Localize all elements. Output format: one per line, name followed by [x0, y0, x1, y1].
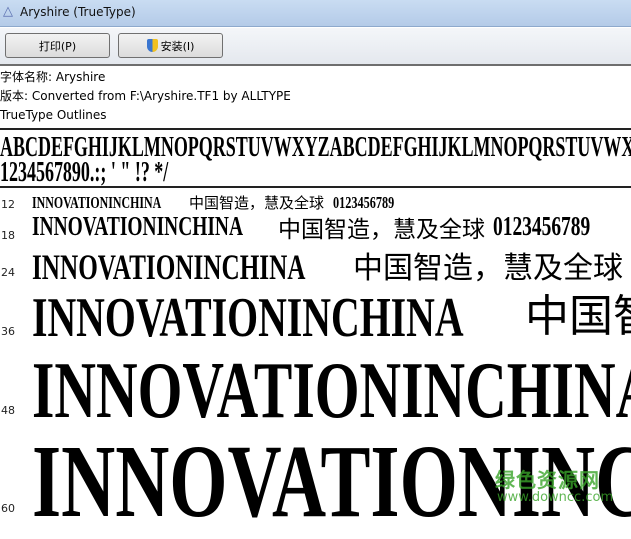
- sample-cjk: 中国智造，慧及全球: [189, 194, 325, 212]
- charset-digits: 1234567890.:; ' " !? */: [0, 156, 169, 188]
- uac-shield-icon: [146, 39, 158, 52]
- title-bar: △ Aryshire (TrueType): [0, 0, 631, 27]
- sample-cjk: 中国智造，慧及全球: [353, 251, 623, 286]
- font-name: 字体名称: Aryshire: [0, 70, 106, 84]
- sample-cjk: 中国智: [525, 291, 631, 342]
- print-label: 打印(P): [38, 39, 77, 53]
- divider: [0, 128, 631, 130]
- sample-cjk: 中国智造，慧及全球: [278, 217, 485, 243]
- toolbar: 打印(P) 安装(I): [0, 28, 631, 66]
- watermark-logo: 绿色资源网: [495, 468, 600, 492]
- font-outline-type: TrueType Outlines: [0, 108, 107, 122]
- sample-digits: 0123456789: [493, 211, 591, 241]
- size-label: 24: [1, 266, 15, 279]
- font-app-icon: △: [3, 4, 13, 19]
- size-label: 48: [1, 404, 15, 417]
- sample-latin: INNOVATIONINCHINA: [32, 287, 464, 349]
- size-label: 18: [1, 229, 15, 242]
- sample-latin: INNOVATIONINCHINA: [32, 247, 306, 287]
- size-label: 36: [1, 325, 15, 338]
- sample-latin: INNOVATIONINCHINA: [32, 347, 631, 435]
- watermark-url: www.downcc.com: [497, 490, 614, 505]
- size-label: 60: [1, 502, 15, 515]
- install-label: 安装(I): [160, 39, 195, 53]
- print-button[interactable]: 打印(P): [5, 33, 110, 58]
- font-version: 版本: Converted from F:\Aryshire.TF1 by AL…: [0, 89, 291, 103]
- sample-latin: INNOVATIONINCHINA: [32, 211, 243, 241]
- window-title: Aryshire (TrueType): [20, 5, 136, 19]
- sample-latin: INNOVATIONINCHINA: [32, 193, 162, 212]
- install-button[interactable]: 安装(I): [118, 33, 223, 58]
- sample-digits: 0123456789: [333, 193, 395, 212]
- divider: [0, 186, 631, 188]
- size-label: 12: [1, 198, 15, 211]
